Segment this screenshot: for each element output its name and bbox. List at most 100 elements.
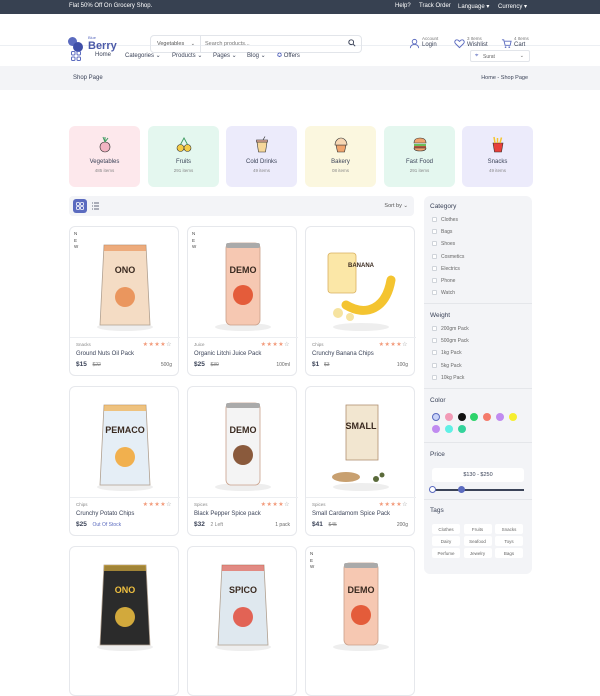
product-image[interactable]: DEMO <box>198 235 288 335</box>
checkbox[interactable] <box>432 326 437 331</box>
location-select[interactable]: ⌖ Surat ⌄ <box>470 50 530 62</box>
nav-pages[interactable]: Pages ⌄ <box>213 52 237 59</box>
package-label: DEMO <box>229 265 257 275</box>
weight-filter-option[interactable]: 500gm Pack <box>432 338 469 344</box>
nav-products[interactable]: Products ⌄ <box>172 52 202 59</box>
weight-filter-option[interactable]: 5kg Pack <box>432 362 462 369</box>
category-card[interactable]: Snacks 49 items <box>462 126 533 187</box>
tag-chip[interactable]: Snacks <box>495 524 523 534</box>
tag-chip[interactable]: Seafood <box>463 536 492 546</box>
color-swatch[interactable] <box>432 425 440 433</box>
product-image[interactable]: SPICO <box>198 555 288 655</box>
product-card[interactable]: BANANA Chips ★★★★☆ Crunchy Banana Chips $1 $3… <box>305 226 416 376</box>
checkbox[interactable] <box>432 374 437 380</box>
product-card[interactable]: DEMO NEW Juice ★★★★☆ Organic Litchi Juice Pa… <box>187 226 298 376</box>
weight-filter-option[interactable]: 200gm Pack <box>432 326 469 332</box>
price-slider-track[interactable] <box>434 489 524 491</box>
product-image[interactable]: SMALL <box>316 395 406 495</box>
category-card[interactable]: Vegetables 485 items <box>69 126 140 187</box>
category-grid-icon[interactable] <box>71 51 81 61</box>
breadcrumb-home[interactable]: Home <box>481 75 496 81</box>
tag-chip[interactable]: Jewelry <box>463 548 492 558</box>
checkbox[interactable] <box>432 241 437 247</box>
checkbox[interactable] <box>432 338 437 344</box>
breadcrumb-separator: - <box>497 75 500 81</box>
checkbox[interactable] <box>432 362 437 368</box>
category-name: Snacks <box>487 159 508 165</box>
price-slider-min-handle[interactable] <box>429 486 436 493</box>
product-image[interactable]: DEMO <box>198 395 288 495</box>
product-card[interactable]: ONO <box>69 546 179 696</box>
category-filter-option[interactable]: Shoes <box>432 241 455 247</box>
product-name[interactable]: Crunchy Potato Chips <box>76 511 134 517</box>
product-image[interactable]: ONO <box>80 555 170 655</box>
category-filter-option[interactable]: Phone <box>432 278 455 284</box>
category-card[interactable]: Fruits 291 items <box>148 126 219 187</box>
color-swatch[interactable] <box>508 413 517 421</box>
weight-filter-option[interactable]: 1kg Pack <box>432 350 462 356</box>
color-swatch[interactable] <box>470 413 479 421</box>
color-swatch[interactable] <box>444 425 453 433</box>
category-filter-option[interactable]: Clothes <box>432 217 458 223</box>
product-name[interactable]: Organic Litchi Juice Pack <box>194 351 261 357</box>
color-swatch[interactable] <box>483 413 492 421</box>
product-name[interactable]: Ground Nuts Oil Pack <box>76 351 134 357</box>
color-swatch[interactable] <box>444 413 453 421</box>
category-filter-option[interactable]: Watch <box>432 290 455 296</box>
category-count: 485 items <box>94 168 115 173</box>
category-card[interactable]: Fast Food 291 items <box>384 126 455 187</box>
grid-view-button[interactable] <box>73 199 87 213</box>
product-card[interactable]: ONO NEW Snacks ★★★★☆ Ground Nuts Oil Pack $15… <box>69 226 180 376</box>
color-swatch[interactable] <box>496 413 504 421</box>
product-card[interactable]: SMALL Spices ★★★★☆ Small Cardamom Spice Pac… <box>305 386 416 536</box>
old-price: $30 <box>210 362 219 368</box>
category-filter-option[interactable]: Cosmetics <box>432 253 464 260</box>
nav-offers[interactable]: ✪ Offers <box>277 52 300 59</box>
sort-by-dropdown[interactable]: Sort by ⌄ <box>384 203 408 209</box>
product-name[interactable]: Crunchy Banana Chips <box>312 351 374 357</box>
stock-status: Out Of Stock <box>92 522 122 528</box>
category-card[interactable]: Bakery 08 items <box>305 126 376 187</box>
tag-chip[interactable]: Bags <box>495 548 523 558</box>
product-card[interactable]: DEMO Spices ★★★★☆ Black Pepper Spice pack $3… <box>187 386 298 536</box>
product-image[interactable]: BANANA <box>316 235 406 335</box>
category-filter-option[interactable]: Electrics <box>432 265 460 272</box>
list-view-icon[interactable] <box>91 201 101 211</box>
nav-blog[interactable]: Blog ⌄ <box>247 52 266 59</box>
language-dropdown[interactable]: Language ▾ <box>458 3 489 10</box>
checkbox[interactable] <box>432 290 437 296</box>
nav-home[interactable]: Home <box>95 52 111 58</box>
tag-chip[interactable]: Fruits <box>463 524 492 534</box>
tag-chip[interactable]: Clothes <box>432 524 460 534</box>
product-image[interactable]: PEMACO <box>80 395 170 495</box>
checkbox[interactable] <box>432 265 437 271</box>
color-swatch[interactable] <box>457 413 466 421</box>
price-slider-max-handle[interactable] <box>458 486 465 493</box>
weight-filter-option[interactable]: 10kg Pack <box>432 374 464 381</box>
help-link[interactable]: Help? <box>395 3 411 9</box>
checkbox[interactable] <box>432 278 437 283</box>
product-image[interactable]: ONO <box>80 235 170 335</box>
category-count: 49 items <box>488 168 506 173</box>
nav-categories[interactable]: Categories ⌄ <box>125 52 161 59</box>
product-image[interactable]: DEMO <box>316 555 406 655</box>
color-swatch[interactable] <box>432 413 440 421</box>
product-name[interactable]: Small Cardamom Spice Pack <box>312 511 390 517</box>
checkbox[interactable] <box>432 350 437 356</box>
product-card[interactable]: DEMO NEW <box>305 546 415 696</box>
package-label: SMALL <box>345 421 377 431</box>
checkbox[interactable] <box>432 229 437 235</box>
tag-chip[interactable]: Perfume <box>432 548 460 558</box>
product-name[interactable]: Black Pepper Spice pack <box>194 511 261 517</box>
currency-dropdown[interactable]: Currency ▾ <box>498 3 527 10</box>
checkbox[interactable] <box>432 217 437 222</box>
track-order-link[interactable]: Track Order <box>419 3 451 9</box>
category-filter-option[interactable]: Bags <box>432 229 452 235</box>
category-card[interactable]: Cold Drinks 49 items <box>226 126 297 187</box>
checkbox[interactable] <box>432 253 437 259</box>
tag-chip[interactable]: Toys <box>495 536 523 546</box>
color-swatch[interactable] <box>457 425 466 433</box>
product-card[interactable]: SPICO <box>187 546 297 696</box>
product-card[interactable]: PEMACO Chips ★★★★☆ Crunchy Potato Chips $25 O… <box>69 386 180 536</box>
tag-chip[interactable]: Dairy <box>432 536 460 546</box>
